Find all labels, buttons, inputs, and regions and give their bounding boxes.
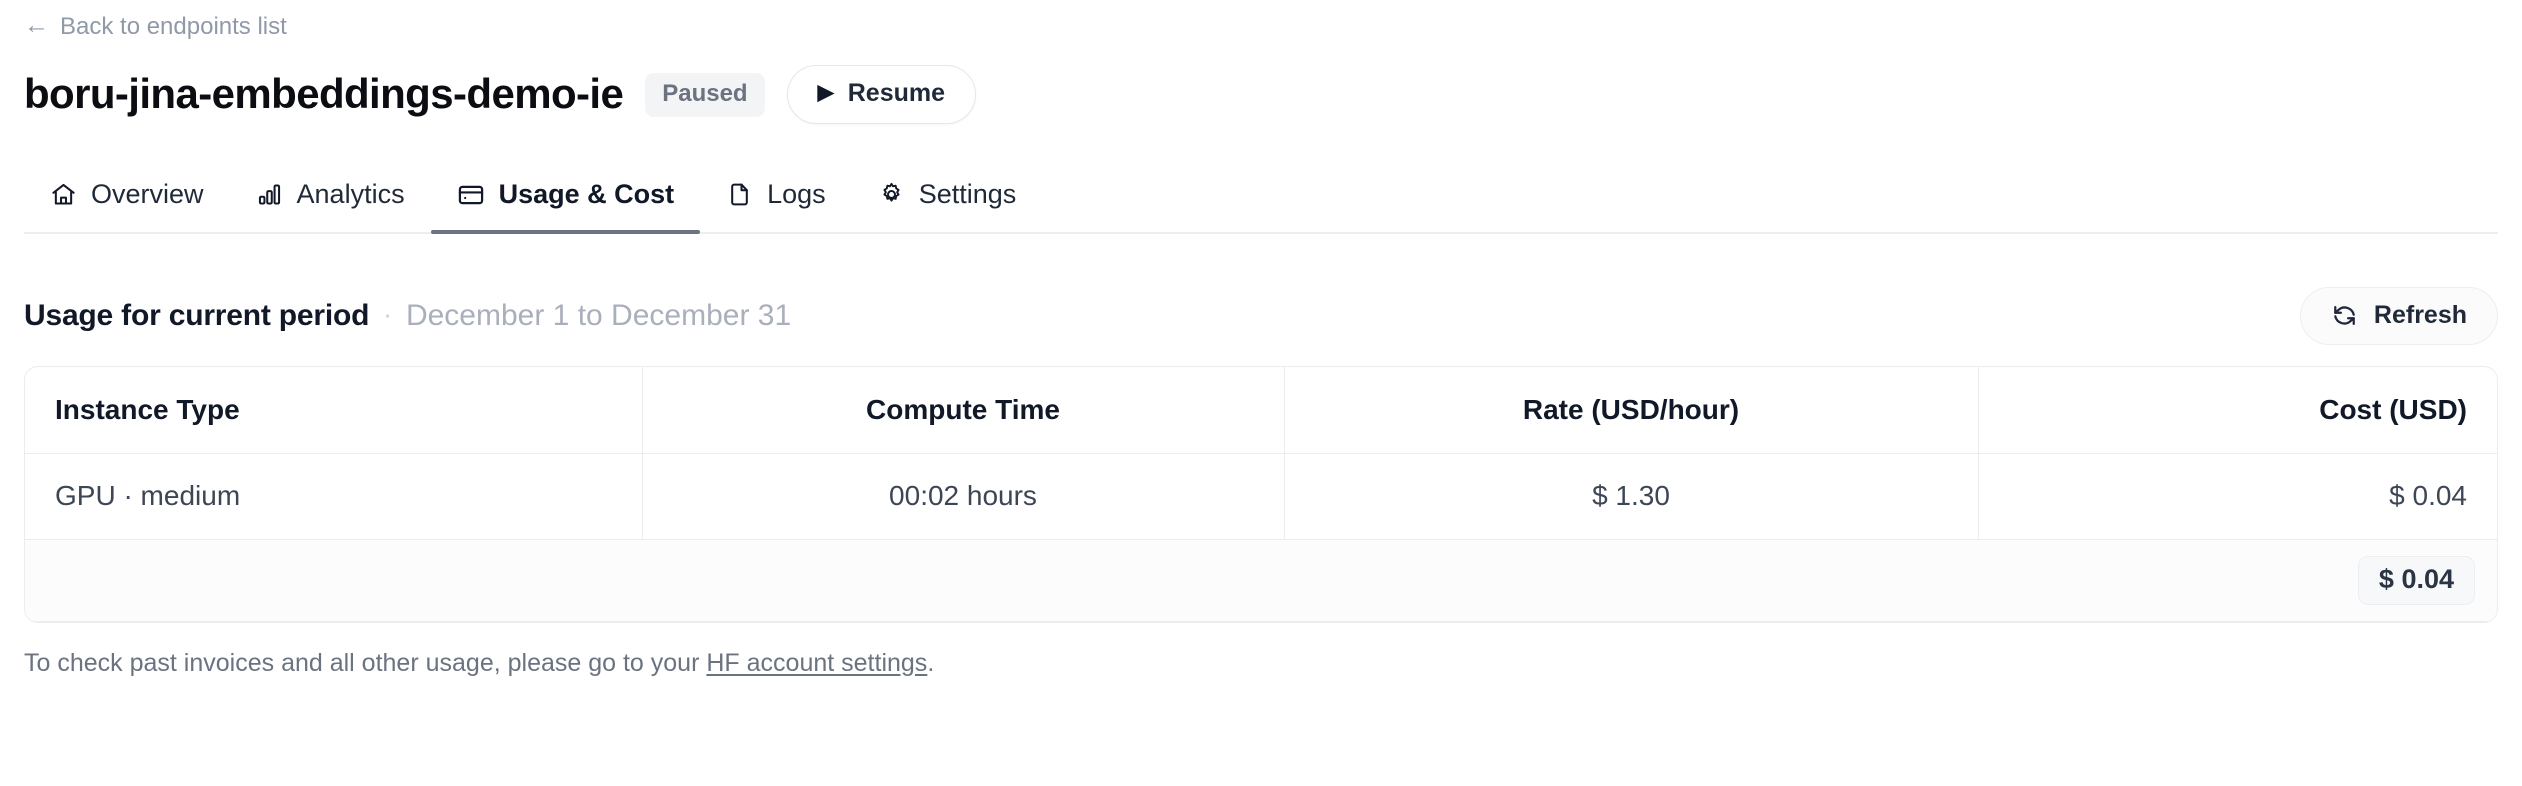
gear-icon bbox=[878, 181, 905, 208]
column-header-instance-type: Instance Type bbox=[25, 367, 642, 453]
refresh-icon bbox=[2331, 302, 2358, 329]
credit-card-icon bbox=[457, 181, 485, 209]
total-cell: $ 0.04 bbox=[25, 539, 2497, 621]
page-title: boru-jina-embeddings-demo-ie bbox=[24, 72, 623, 116]
table-header-row: Instance Type Compute Time Rate (USD/hou… bbox=[25, 367, 2497, 453]
usage-section-header: Usage for current period · December 1 to… bbox=[24, 296, 2498, 336]
file-icon bbox=[726, 181, 753, 208]
column-header-compute-time: Compute Time bbox=[642, 367, 1284, 453]
usage-table: Instance Type Compute Time Rate (USD/hou… bbox=[25, 367, 2497, 622]
usage-section-title: Usage for current period bbox=[24, 299, 369, 333]
usage-table-container: Instance Type Compute Time Rate (USD/hou… bbox=[24, 366, 2498, 623]
cell-cost: $ 0.04 bbox=[1978, 453, 2497, 539]
resume-button[interactable]: ▶ Resume bbox=[787, 65, 976, 124]
footer-text-before: To check past invoices and all other usa… bbox=[24, 649, 706, 677]
tab-analytics[interactable]: Analytics bbox=[230, 179, 431, 232]
refresh-button[interactable]: Refresh bbox=[2300, 287, 2498, 345]
cell-instance-type: GPU · medium bbox=[25, 453, 642, 539]
endpoint-tabs: Overview Analytics Usage & Cost bbox=[24, 160, 2498, 234]
tab-logs-label: Logs bbox=[767, 179, 826, 210]
resume-button-label: Resume bbox=[848, 79, 945, 108]
tab-analytics-label: Analytics bbox=[297, 179, 405, 210]
tab-overview[interactable]: Overview bbox=[24, 179, 230, 232]
hf-account-settings-link[interactable]: HF account settings bbox=[706, 649, 927, 677]
tab-overview-label: Overview bbox=[91, 179, 204, 210]
tab-usage-and-cost-label: Usage & Cost bbox=[499, 179, 675, 210]
tab-logs[interactable]: Logs bbox=[700, 179, 852, 232]
separator-dot: · bbox=[383, 301, 392, 327]
total-cost-pill: $ 0.04 bbox=[2358, 556, 2475, 605]
back-to-endpoints-link[interactable]: ← Back to endpoints list bbox=[24, 14, 287, 39]
cell-rate: $ 1.30 bbox=[1284, 453, 1978, 539]
status-badge: Paused bbox=[645, 73, 764, 117]
usage-table-head: Instance Type Compute Time Rate (USD/hou… bbox=[25, 367, 2497, 453]
bar-chart-icon bbox=[256, 181, 283, 208]
tab-settings-label: Settings bbox=[919, 179, 1017, 210]
billing-period-label: December 1 to December 31 bbox=[406, 299, 791, 333]
table-row: GPU · medium 00:02 hours $ 1.30 $ 0.04 bbox=[25, 453, 2497, 539]
footer-text-after: . bbox=[927, 649, 934, 677]
home-icon bbox=[50, 181, 77, 208]
tab-usage-and-cost[interactable]: Usage & Cost bbox=[431, 179, 701, 232]
table-total-row: $ 0.04 bbox=[25, 539, 2497, 621]
arrow-left-icon: ← bbox=[24, 13, 49, 38]
refresh-button-label: Refresh bbox=[2374, 301, 2467, 330]
usage-table-body: GPU · medium 00:02 hours $ 1.30 $ 0.04 $… bbox=[25, 453, 2497, 621]
cell-compute-time: 00:02 hours bbox=[642, 453, 1284, 539]
play-icon: ▶ bbox=[818, 82, 834, 103]
column-header-cost: Cost (USD) bbox=[1978, 367, 2497, 453]
column-header-rate: Rate (USD/hour) bbox=[1284, 367, 1978, 453]
usage-and-cost-page: ← Back to endpoints list boru-jina-embed… bbox=[0, 0, 2522, 786]
footer-note: To check past invoices and all other usa… bbox=[24, 649, 2498, 678]
endpoint-header: boru-jina-embeddings-demo-ie Paused ▶ Re… bbox=[24, 65, 2498, 124]
back-link-label: Back to endpoints list bbox=[60, 15, 287, 39]
tab-settings[interactable]: Settings bbox=[852, 179, 1043, 232]
